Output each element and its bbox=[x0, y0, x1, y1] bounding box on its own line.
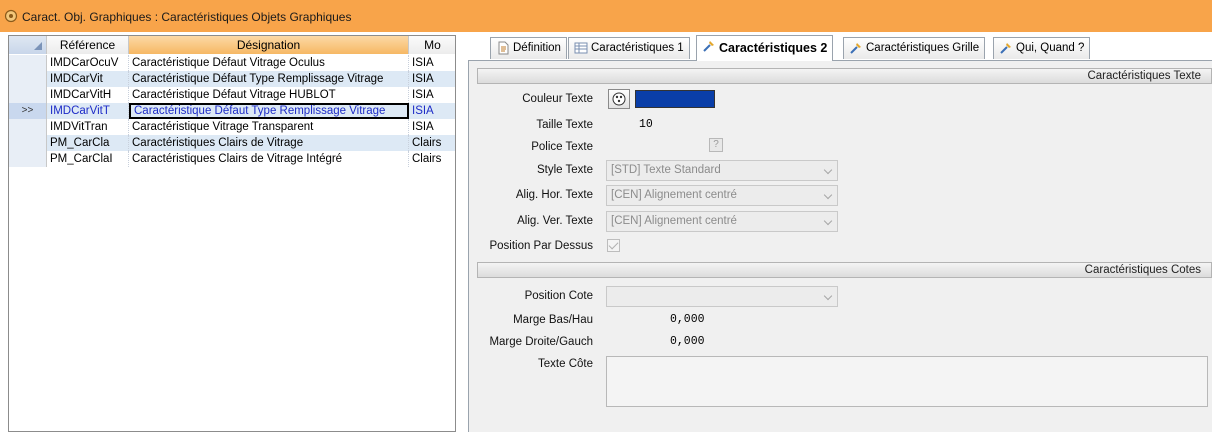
column-header-designation[interactable]: Désignation bbox=[129, 36, 409, 54]
cell-reference[interactable]: PM_CarCla bbox=[47, 135, 129, 151]
column-header-reference[interactable]: Référence bbox=[47, 36, 129, 54]
table-icon bbox=[574, 42, 588, 54]
taille-texte-value[interactable]: 10 bbox=[639, 118, 653, 131]
alig-hor-value: [CEN] Alignement centré bbox=[611, 189, 737, 201]
cell-mo[interactable]: Clairs bbox=[409, 135, 455, 151]
cell-designation[interactable]: Caractéristiques Clairs de Vitrage bbox=[129, 135, 409, 151]
tab-strip: Définition Caractéristiques 1 Caractéris… bbox=[468, 35, 1212, 61]
label-style-texte: Style Texte bbox=[536, 164, 593, 176]
cell-mo[interactable]: ISIA bbox=[409, 55, 455, 71]
label-position-cote: Position Cote bbox=[524, 290, 593, 302]
cell-mo[interactable]: ISIA bbox=[409, 103, 455, 119]
tab-label: Caractéristiques 2 bbox=[719, 41, 828, 55]
title-bar: Caract. Obj. Graphiques : Caractéristiqu… bbox=[0, 0, 1212, 32]
records-grid[interactable]: Référence Désignation Mo IMDCarOcuV Cara… bbox=[8, 35, 456, 432]
cell-reference[interactable]: IMDCarVitH bbox=[47, 87, 129, 103]
cell-designation[interactable]: Caractéristiques Clairs de Vitrage Intég… bbox=[129, 151, 409, 167]
document-icon bbox=[498, 41, 509, 55]
marge-bas-value[interactable]: 0,000 bbox=[670, 313, 705, 326]
row-indicator[interactable] bbox=[9, 55, 47, 71]
position-cote-select[interactable] bbox=[606, 286, 838, 307]
cell-mo[interactable]: ISIA bbox=[409, 119, 455, 135]
table-row[interactable]: PM_CarClaI Caractéristiques Clairs de Vi… bbox=[9, 151, 455, 167]
alig-hor-select[interactable]: [CEN] Alignement centré bbox=[606, 185, 838, 206]
cell-mo[interactable]: ISIA bbox=[409, 71, 455, 87]
label-taille-texte: Taille Texte bbox=[536, 119, 593, 131]
table-row[interactable]: IMDVitTran Caractéristique Vitrage Trans… bbox=[9, 119, 455, 135]
table-row[interactable]: IMDCarVitH Caractéristique Défaut Vitrag… bbox=[9, 87, 455, 103]
texte-cote-textarea[interactable] bbox=[606, 356, 1208, 407]
chevron-down-icon bbox=[823, 216, 833, 226]
tab-label: Définition bbox=[513, 42, 561, 54]
cell-reference[interactable]: IMDVitTran bbox=[47, 119, 129, 135]
section-title: Caractéristiques Texte bbox=[1087, 70, 1201, 82]
tab-caracteristiques-1[interactable]: Caractéristiques 1 bbox=[568, 37, 690, 59]
label-alig-ver: Alig. Ver. Texte bbox=[517, 215, 593, 227]
label-position-dessus: Position Par Dessus bbox=[489, 240, 593, 252]
label-couleur-texte: Couleur Texte bbox=[522, 93, 593, 105]
table-row[interactable]: IMDCarVit Caractéristique Défaut Type Re… bbox=[9, 71, 455, 87]
label-marge-bas: Marge Bas/Hau bbox=[513, 314, 593, 326]
alig-ver-select[interactable]: [CEN] Alignement centré bbox=[606, 211, 838, 232]
chevron-down-icon bbox=[823, 190, 833, 200]
row-indicator[interactable]: >> bbox=[9, 103, 47, 119]
cell-reference[interactable]: IMDCarOcuV bbox=[47, 55, 129, 71]
tab-caracteristiques-2[interactable]: Caractéristiques 2 bbox=[696, 35, 834, 61]
grid-corner[interactable] bbox=[9, 36, 47, 54]
cell-reference[interactable]: IMDCarVitT bbox=[47, 103, 129, 119]
tab-definition[interactable]: Définition bbox=[490, 37, 567, 59]
tools-icon bbox=[703, 41, 714, 52]
window-title: Caract. Obj. Graphiques : Caractéristiqu… bbox=[22, 10, 352, 24]
cell-designation[interactable]: Caractéristique Défaut Type Remplissage … bbox=[129, 71, 409, 87]
tab-label: Caractéristiques Grille bbox=[866, 42, 980, 54]
cell-designation[interactable]: Caractéristique Vitrage Transparent bbox=[129, 119, 409, 135]
text-color-swatch[interactable] bbox=[635, 90, 715, 108]
section-header-cotes: Caractéristiques Cotes bbox=[477, 262, 1212, 278]
row-indicator[interactable] bbox=[9, 119, 47, 135]
label-police-texte: Police Texte bbox=[531, 141, 593, 153]
grid-header: Référence Désignation Mo bbox=[9, 36, 455, 54]
row-indicator[interactable] bbox=[9, 87, 47, 103]
cell-designation[interactable]: Caractéristique Défaut Vitrage HUBLOT bbox=[129, 87, 409, 103]
chevron-down-icon bbox=[823, 165, 833, 175]
column-header-mo[interactable]: Mo bbox=[409, 36, 455, 54]
table-row[interactable]: PM_CarCla Caractéristiques Clairs de Vit… bbox=[9, 135, 455, 151]
cell-designation[interactable]: Caractéristique Défaut Vitrage Oculus bbox=[129, 55, 409, 71]
cell-mo[interactable]: Clairs bbox=[409, 151, 455, 167]
cell-designation-focused[interactable]: Caractéristique Défaut Type Remplissage … bbox=[129, 103, 409, 119]
table-row[interactable]: IMDCarOcuV Caractéristique Défaut Vitrag… bbox=[9, 55, 455, 71]
table-row-selected[interactable]: >> IMDCarVitT Caractéristique Défaut Typ… bbox=[9, 103, 455, 119]
style-texte-value: [STD] Texte Standard bbox=[611, 164, 721, 176]
row-indicator[interactable] bbox=[9, 151, 47, 167]
tab-label: Caractéristiques 1 bbox=[591, 42, 684, 54]
section-header-texte: Caractéristiques Texte bbox=[477, 68, 1212, 84]
cell-mo[interactable]: ISIA bbox=[409, 87, 455, 103]
label-marge-droite: Marge Droite/Gauch bbox=[489, 336, 593, 348]
tab-label: Qui, Quand ? bbox=[1016, 42, 1085, 54]
row-indicator[interactable] bbox=[9, 71, 47, 87]
gear-icon bbox=[4, 9, 18, 23]
police-help-button[interactable]: ? bbox=[709, 138, 723, 152]
alig-ver-value: [CEN] Alignement centré bbox=[611, 215, 737, 227]
chevron-down-icon bbox=[823, 291, 833, 301]
cell-reference[interactable]: IMDCarVit bbox=[47, 71, 129, 87]
tools-icon bbox=[850, 43, 861, 54]
marge-droite-value[interactable]: 0,000 bbox=[670, 335, 705, 348]
tools-icon bbox=[1000, 43, 1011, 54]
tab-qui-quand[interactable]: Qui, Quand ? bbox=[993, 37, 1091, 59]
tab-caracteristiques-grille[interactable]: Caractéristiques Grille bbox=[843, 37, 986, 59]
cell-reference[interactable]: PM_CarClaI bbox=[47, 151, 129, 167]
section-title: Caractéristiques Cotes bbox=[1084, 264, 1201, 276]
palette-icon bbox=[612, 92, 626, 106]
style-texte-select[interactable]: [STD] Texte Standard bbox=[606, 160, 838, 181]
position-dessus-checkbox[interactable] bbox=[607, 239, 620, 252]
tab-content: Caractéristiques Texte Couleur Texte Tai… bbox=[468, 61, 1212, 432]
label-texte-cote: Texte Côte bbox=[538, 358, 593, 370]
label-alig-hor: Alig. Hor. Texte bbox=[515, 189, 593, 201]
color-picker-button[interactable] bbox=[608, 89, 630, 109]
row-indicator[interactable] bbox=[9, 135, 47, 151]
